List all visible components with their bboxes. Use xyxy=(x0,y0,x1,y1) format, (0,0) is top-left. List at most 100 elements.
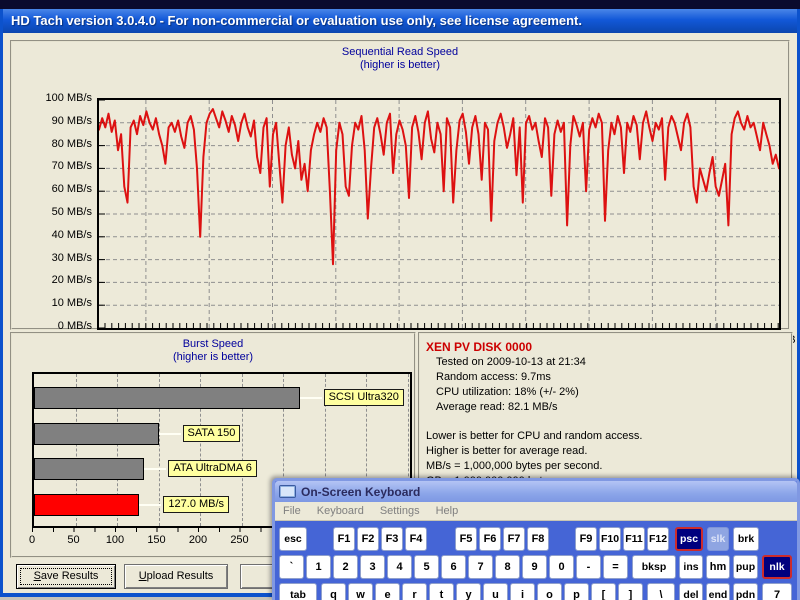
key-2[interactable]: 2 xyxy=(333,555,358,579)
seq-y-tick-label: 90 MB/s xyxy=(26,115,92,127)
key-1[interactable]: 1 xyxy=(306,555,331,579)
key-symbol[interactable]: = xyxy=(603,555,628,579)
key-4[interactable]: 4 xyxy=(387,555,412,579)
seq-y-tick-label: 80 MB/s xyxy=(26,138,92,150)
key-7[interactable]: 7 xyxy=(762,583,792,600)
key-i[interactable]: i xyxy=(510,583,535,600)
key-symbol[interactable]: [ xyxy=(591,583,616,600)
key-pdn[interactable]: pdn xyxy=(733,583,758,600)
key-w[interactable]: w xyxy=(348,583,373,600)
burst-bar xyxy=(34,423,159,445)
key-7[interactable]: 7 xyxy=(468,555,493,579)
seq-y-tick-label: 70 MB/s xyxy=(26,160,92,172)
key-f12[interactable]: F12 xyxy=(647,527,669,551)
key-ins[interactable]: ins xyxy=(679,555,703,579)
key-f2[interactable]: F2 xyxy=(357,527,379,551)
seq-chart-svg xyxy=(99,100,779,328)
key-f3[interactable]: F3 xyxy=(381,527,403,551)
seq-y-tick-label: 40 MB/s xyxy=(26,229,92,241)
key-f6[interactable]: F6 xyxy=(479,527,501,551)
key-symbol[interactable]: ] xyxy=(618,583,643,600)
burst-label-connector xyxy=(139,504,161,506)
key-q[interactable]: q xyxy=(321,583,346,600)
seq-chart-plot xyxy=(97,98,781,330)
key-f1[interactable]: F1 xyxy=(333,527,355,551)
key-p[interactable]: p xyxy=(564,583,589,600)
key-f9[interactable]: F9 xyxy=(575,527,597,551)
key-y[interactable]: y xyxy=(456,583,481,600)
hdtach-title-text: HD Tach version 3.0.4.0 - For non-commer… xyxy=(11,13,582,28)
disk-name: XEN PV DISK 0000 xyxy=(426,339,785,355)
save-results-button[interactable]: Save Results xyxy=(16,564,116,589)
burst-label-connector xyxy=(144,468,166,470)
key-brk[interactable]: brk xyxy=(733,527,759,551)
key-slk[interactable]: slk xyxy=(707,527,729,551)
burst-bar xyxy=(34,494,139,516)
key-o[interactable]: o xyxy=(537,583,562,600)
key-f4[interactable]: F4 xyxy=(405,527,427,551)
key-end[interactable]: end xyxy=(706,583,730,600)
burst-bar xyxy=(34,458,144,480)
key-f7[interactable]: F7 xyxy=(503,527,525,551)
key-esc[interactable]: esc xyxy=(279,527,307,551)
on-screen-keyboard-window: On-Screen Keyboard File Keyboard Setting… xyxy=(272,478,800,600)
key-8[interactable]: 8 xyxy=(495,555,520,579)
burst-chart-subtitle: (higher is better) xyxy=(12,351,414,364)
key-6[interactable]: 6 xyxy=(441,555,466,579)
key-f11[interactable]: F11 xyxy=(623,527,645,551)
seq-y-tick-label: 60 MB/s xyxy=(26,183,92,195)
key-r[interactable]: r xyxy=(402,583,427,600)
key-psc[interactable]: psc xyxy=(675,527,703,551)
key-bksp[interactable]: bksp xyxy=(632,555,676,579)
burst-x-tick-label: 250 xyxy=(227,534,253,546)
burst-bar-label: SCSI Ultra320 xyxy=(324,389,404,406)
disk-note-line: Higher is better for average read. xyxy=(426,444,785,459)
key-hm[interactable]: hm xyxy=(706,555,730,579)
key-5[interactable]: 5 xyxy=(414,555,439,579)
seq-y-tick-label: 10 MB/s xyxy=(26,297,92,309)
disk-stat-line: CPU utilization: 18% (+/- 2%) xyxy=(426,385,785,400)
seq-y-tick-label: 100 MB/s xyxy=(26,92,92,104)
burst-bar-label: ATA UltraDMA 6 xyxy=(168,460,256,477)
key-9[interactable]: 9 xyxy=(522,555,547,579)
osk-key-area: esc F1F2F3F4 F5F6F7F8 F9F10F11F12 pscslkbrk `… xyxy=(275,481,797,600)
key-symbol[interactable]: \ xyxy=(647,583,675,600)
burst-bar-label: SATA 150 xyxy=(183,425,241,442)
key-e[interactable]: e xyxy=(375,583,400,600)
key-f10[interactable]: F10 xyxy=(599,527,621,551)
seq-y-tick-label: 30 MB/s xyxy=(26,252,92,264)
key-nlk[interactable]: nlk xyxy=(762,555,792,579)
burst-x-tick-label: 50 xyxy=(61,534,87,546)
key-f5[interactable]: F5 xyxy=(455,527,477,551)
screen: HD Tach version 3.0.4.0 - For non-commer… xyxy=(0,0,800,600)
key-del[interactable]: del xyxy=(679,583,703,600)
key-symbol[interactable]: ` xyxy=(279,555,304,579)
disk-note-line: Lower is better for CPU and random acces… xyxy=(426,429,785,444)
key-u[interactable]: u xyxy=(483,583,508,600)
save-focus-rect xyxy=(20,568,112,585)
burst-label-connector xyxy=(300,397,322,399)
key-3[interactable]: 3 xyxy=(360,555,385,579)
seq-chart-subtitle: (higher is better) xyxy=(12,59,788,72)
hdtach-title-bar[interactable]: HD Tach version 3.0.4.0 - For non-commer… xyxy=(3,9,797,33)
disk-stat-line: Random access: 9.7ms xyxy=(426,370,785,385)
disk-stat-line: Average read: 82.1 MB/s xyxy=(426,400,785,415)
burst-x-tick-label: 150 xyxy=(144,534,170,546)
burst-x-tick-label: 100 xyxy=(102,534,128,546)
burst-label-connector xyxy=(159,433,181,435)
key-t[interactable]: t xyxy=(429,583,454,600)
seq-y-tick-label: 20 MB/s xyxy=(26,274,92,286)
seq-chart-title: Sequential Read Speed xyxy=(12,46,788,59)
key-pup[interactable]: pup xyxy=(733,555,758,579)
burst-bar xyxy=(34,387,300,409)
key-tab[interactable]: tab xyxy=(279,583,317,600)
upload-results-button[interactable]: Upload Results xyxy=(124,564,228,589)
key-symbol[interactable]: - xyxy=(576,555,601,579)
disk-stat-line: Tested on 2009-10-13 at 21:34 xyxy=(426,355,785,370)
burst-chart-title: Burst Speed xyxy=(12,338,414,351)
key-0[interactable]: 0 xyxy=(549,555,574,579)
key-f8[interactable]: F8 xyxy=(527,527,549,551)
burst-x-tick-label: 0 xyxy=(19,534,45,546)
disk-note-line: MB/s = 1,000,000 bytes per second. xyxy=(426,459,785,474)
burst-bar-label: 127.0 MB/s xyxy=(163,496,229,513)
